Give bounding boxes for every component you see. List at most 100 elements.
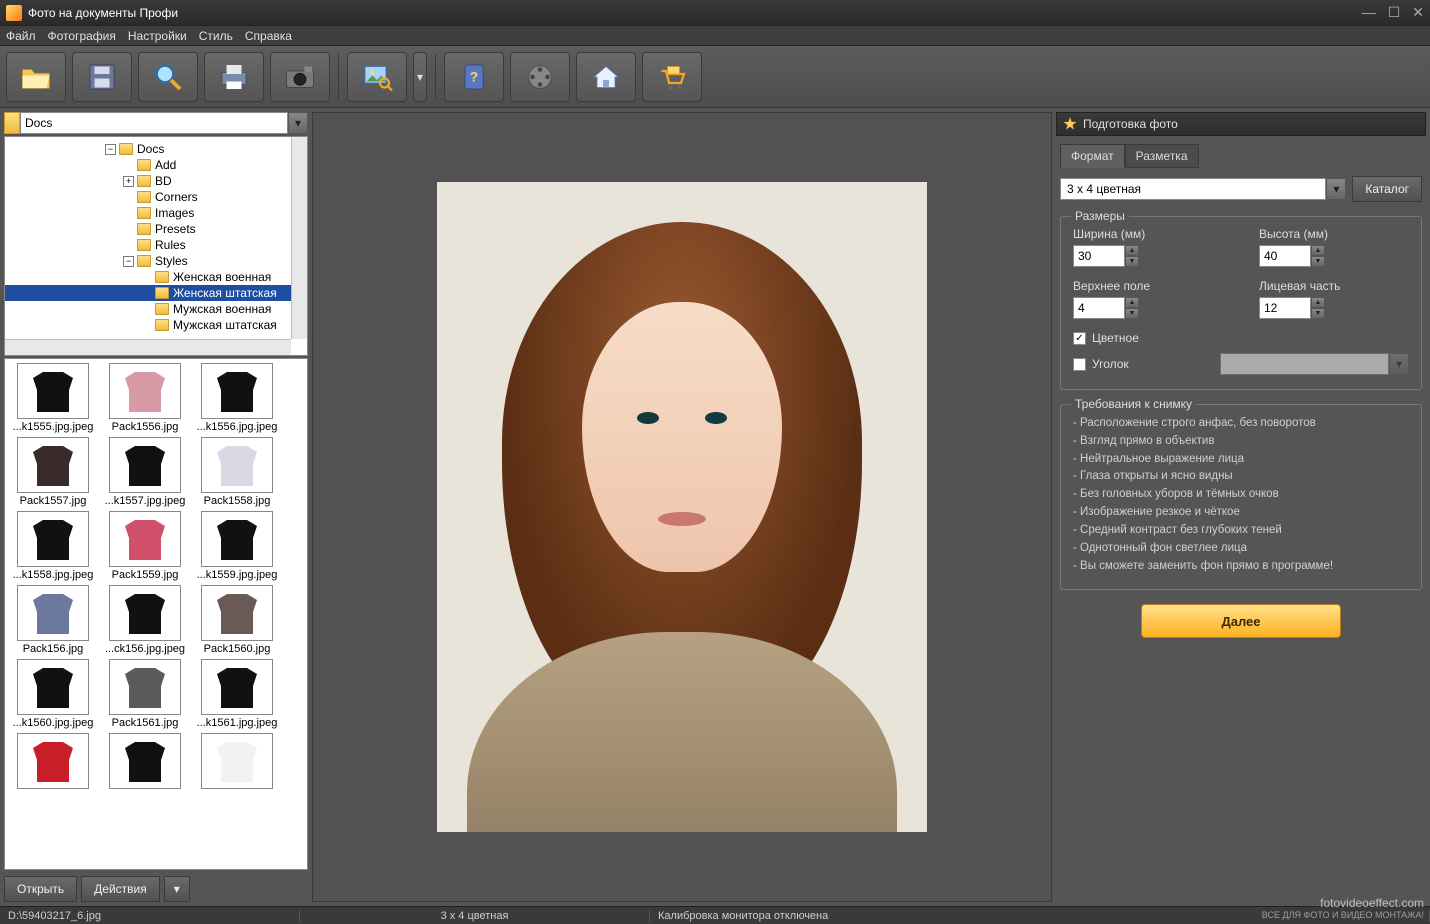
requirement-item: Глаза открыты и ясно видны	[1073, 468, 1409, 486]
statusbar: D:\59403217_6.jpg 3 x 4 цветная Калибров…	[0, 906, 1430, 924]
thumbnail[interactable]: Pack1559.jpg	[101, 511, 189, 581]
save-icon[interactable]	[72, 52, 132, 102]
format-select[interactable]	[1060, 178, 1326, 200]
tree-item[interactable]: +BD	[5, 173, 307, 189]
color-checkbox[interactable]: ✓	[1073, 332, 1086, 345]
actions-dropdown-button[interactable]: ▾	[164, 876, 190, 902]
tree-expander[interactable]: −	[105, 144, 116, 155]
face-part-input[interactable]	[1259, 297, 1311, 319]
width-input[interactable]	[1073, 245, 1125, 267]
minimize-button[interactable]: —	[1362, 4, 1376, 21]
face-down[interactable]: ▼	[1311, 308, 1325, 319]
video-reel-icon[interactable]	[510, 52, 570, 102]
menu-settings[interactable]: Настройки	[128, 29, 187, 43]
thumbnail[interactable]: ...k1560.jpg.jpeg	[9, 659, 97, 729]
tab-layout[interactable]: Разметка	[1125, 144, 1199, 168]
tree-label: Женская штатская	[173, 286, 277, 300]
folder-icon	[137, 223, 151, 235]
menu-file[interactable]: Файл	[6, 29, 36, 43]
thumbnail[interactable]	[193, 733, 281, 791]
tree-item[interactable]: − Docs	[5, 141, 307, 157]
tree-item[interactable]: Женская штатская	[5, 285, 307, 301]
path-input[interactable]	[20, 112, 288, 134]
status-path: D:\59403217_6.jpg	[0, 910, 300, 922]
height-down[interactable]: ▼	[1311, 256, 1325, 267]
folder-tree[interactable]: − DocsAdd+BDCornersImagesPresetsRules−Sty…	[4, 136, 308, 356]
tree-item[interactable]: −Styles	[5, 253, 307, 269]
thumbnails-panel[interactable]: ...k1555.jpg.jpegPack1556.jpg ...k1556.jp…	[4, 358, 308, 870]
tree-item[interactable]: Женская военная	[5, 269, 307, 285]
thumbnail[interactable]: Pack1558.jpg	[193, 437, 281, 507]
tree-expander[interactable]: +	[123, 176, 134, 187]
thumbnail[interactable]	[9, 733, 97, 791]
tree-item[interactable]: Мужская штатская	[5, 317, 307, 333]
top-down[interactable]: ▼	[1125, 308, 1139, 319]
thumbnail[interactable]: ...ck156.jpg.jpeg	[101, 585, 189, 655]
tree-scrollbar-h[interactable]	[5, 339, 291, 355]
thumbnail[interactable]: ...k1558.jpg.jpeg	[9, 511, 97, 581]
height-input[interactable]	[1259, 245, 1311, 267]
thumbnail[interactable]: Pack1557.jpg	[9, 437, 97, 507]
top-margin-label: Верхнее поле	[1073, 279, 1223, 293]
width-up[interactable]: ▲	[1125, 245, 1139, 256]
thumbnail[interactable]: Pack1561.jpg	[101, 659, 189, 729]
image-detect-icon[interactable]	[347, 52, 407, 102]
path-dropdown-button[interactable]: ▾	[288, 112, 308, 134]
thumbnail[interactable]: ...k1561.jpg.jpeg	[193, 659, 281, 729]
thumbnail-image	[17, 437, 89, 493]
menu-help[interactable]: Справка	[245, 29, 292, 43]
menu-style[interactable]: Стиль	[199, 29, 233, 43]
thumbnail[interactable]: Pack1556.jpg	[101, 363, 189, 433]
catalog-button[interactable]: Каталог	[1352, 176, 1422, 202]
tree-expander[interactable]: −	[123, 256, 134, 267]
top-up[interactable]: ▲	[1125, 297, 1139, 308]
tree-item[interactable]: Presets	[5, 221, 307, 237]
thumbnail-label: ...k1556.jpg.jpeg	[197, 421, 278, 433]
height-up[interactable]: ▲	[1311, 245, 1325, 256]
tree-item[interactable]: Images	[5, 205, 307, 221]
thumbnail-label: Pack1560.jpg	[204, 643, 271, 655]
requirement-item: Средний контраст без глубоких теней	[1073, 522, 1409, 540]
cart-icon[interactable]	[642, 52, 702, 102]
help-book-icon[interactable]: ?	[444, 52, 504, 102]
thumbnail[interactable]	[101, 733, 189, 791]
thumbnail[interactable]: Pack1560.jpg	[193, 585, 281, 655]
right-panel-title: Подготовка фото	[1083, 117, 1178, 131]
maximize-button[interactable]: ☐	[1388, 4, 1401, 21]
tree-item[interactable]: Corners	[5, 189, 307, 205]
image-detect-more-button[interactable]: ▾	[413, 52, 427, 102]
next-button[interactable]: Далее	[1141, 604, 1341, 638]
tree-item[interactable]: Add	[5, 157, 307, 173]
tree-scrollbar-v[interactable]	[291, 137, 307, 339]
thumbnail[interactable]: ...k1556.jpg.jpeg	[193, 363, 281, 433]
top-margin-input[interactable]	[1073, 297, 1125, 319]
home-icon[interactable]	[576, 52, 636, 102]
menu-photo[interactable]: Фотография	[48, 29, 116, 43]
thumbnail[interactable]: ...k1555.jpg.jpeg	[9, 363, 97, 433]
corner-checkbox[interactable]	[1073, 358, 1086, 371]
tab-format[interactable]: Формат	[1060, 144, 1125, 168]
folder-icon	[155, 271, 169, 283]
print-icon[interactable]	[204, 52, 264, 102]
format-select-dropdown[interactable]: ▾	[1326, 178, 1346, 200]
close-button[interactable]: ✕	[1412, 4, 1424, 21]
right-panel: Подготовка фото Формат Разметка ▾ Катало…	[1056, 112, 1426, 902]
thumbnail[interactable]: ...k1557.jpg.jpeg	[101, 437, 189, 507]
thumbnail-label: ...ck156.jpg.jpeg	[105, 643, 185, 655]
thumbnail-image	[17, 733, 89, 789]
width-down[interactable]: ▼	[1125, 256, 1139, 267]
folder-icon	[155, 303, 169, 315]
open-button[interactable]: Открыть	[4, 876, 77, 902]
corner-select	[1220, 353, 1389, 375]
thumbnail[interactable]: ...k1559.jpg.jpeg	[193, 511, 281, 581]
tree-label: Docs	[137, 142, 164, 156]
tree-item[interactable]: Rules	[5, 237, 307, 253]
tree-item[interactable]: Мужская военная	[5, 301, 307, 317]
face-up[interactable]: ▲	[1311, 297, 1325, 308]
camera-icon[interactable]	[270, 52, 330, 102]
thumbnail[interactable]: Pack156.jpg	[9, 585, 97, 655]
actions-button[interactable]: Действия	[81, 876, 160, 902]
folder-open-icon[interactable]	[6, 52, 66, 102]
thumbnail-image	[17, 585, 89, 641]
zoom-icon[interactable]	[138, 52, 198, 102]
